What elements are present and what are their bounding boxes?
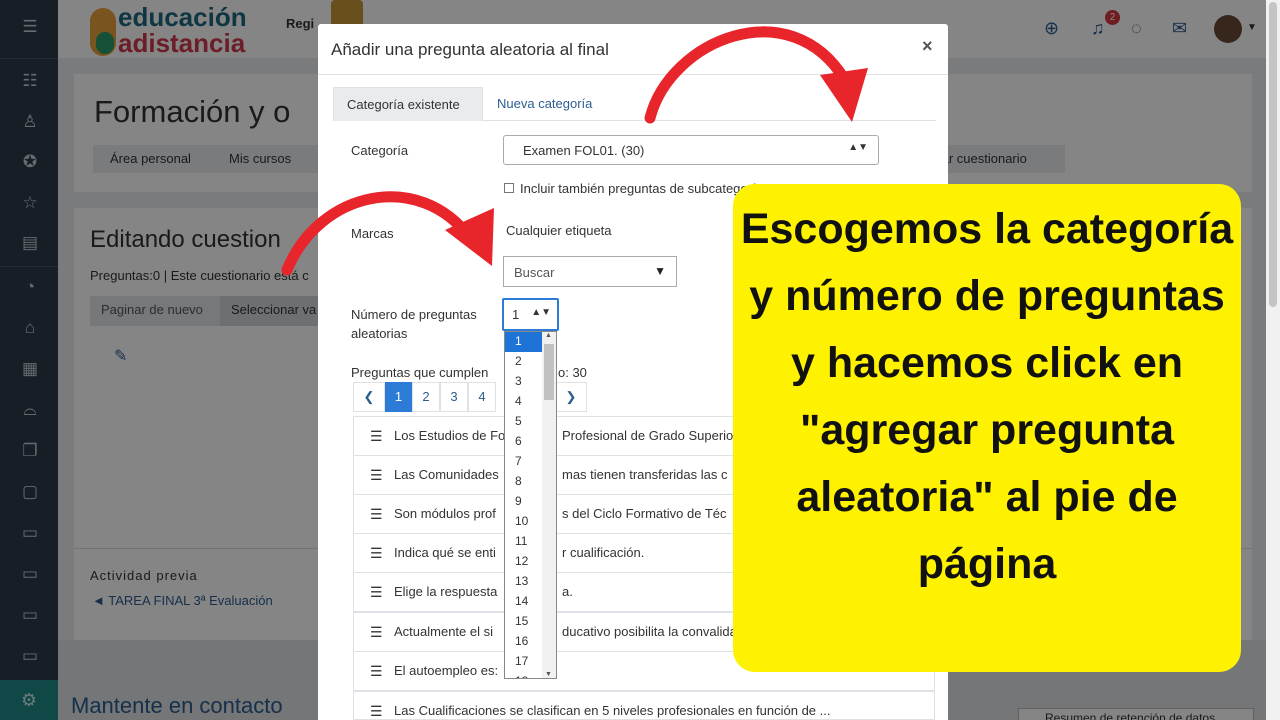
arrow-to-category [644,26,851,124]
instruction-callout: Escogemos la categoría y número de pregu… [733,184,1241,672]
callout-text: Escogemos la categoría y número de pregu… [740,205,1234,588]
page-scrollbar[interactable] [1266,0,1280,720]
scrollbar-thumb[interactable] [1269,2,1277,307]
arrow-head [820,68,868,122]
arrow-to-number [281,191,476,276]
